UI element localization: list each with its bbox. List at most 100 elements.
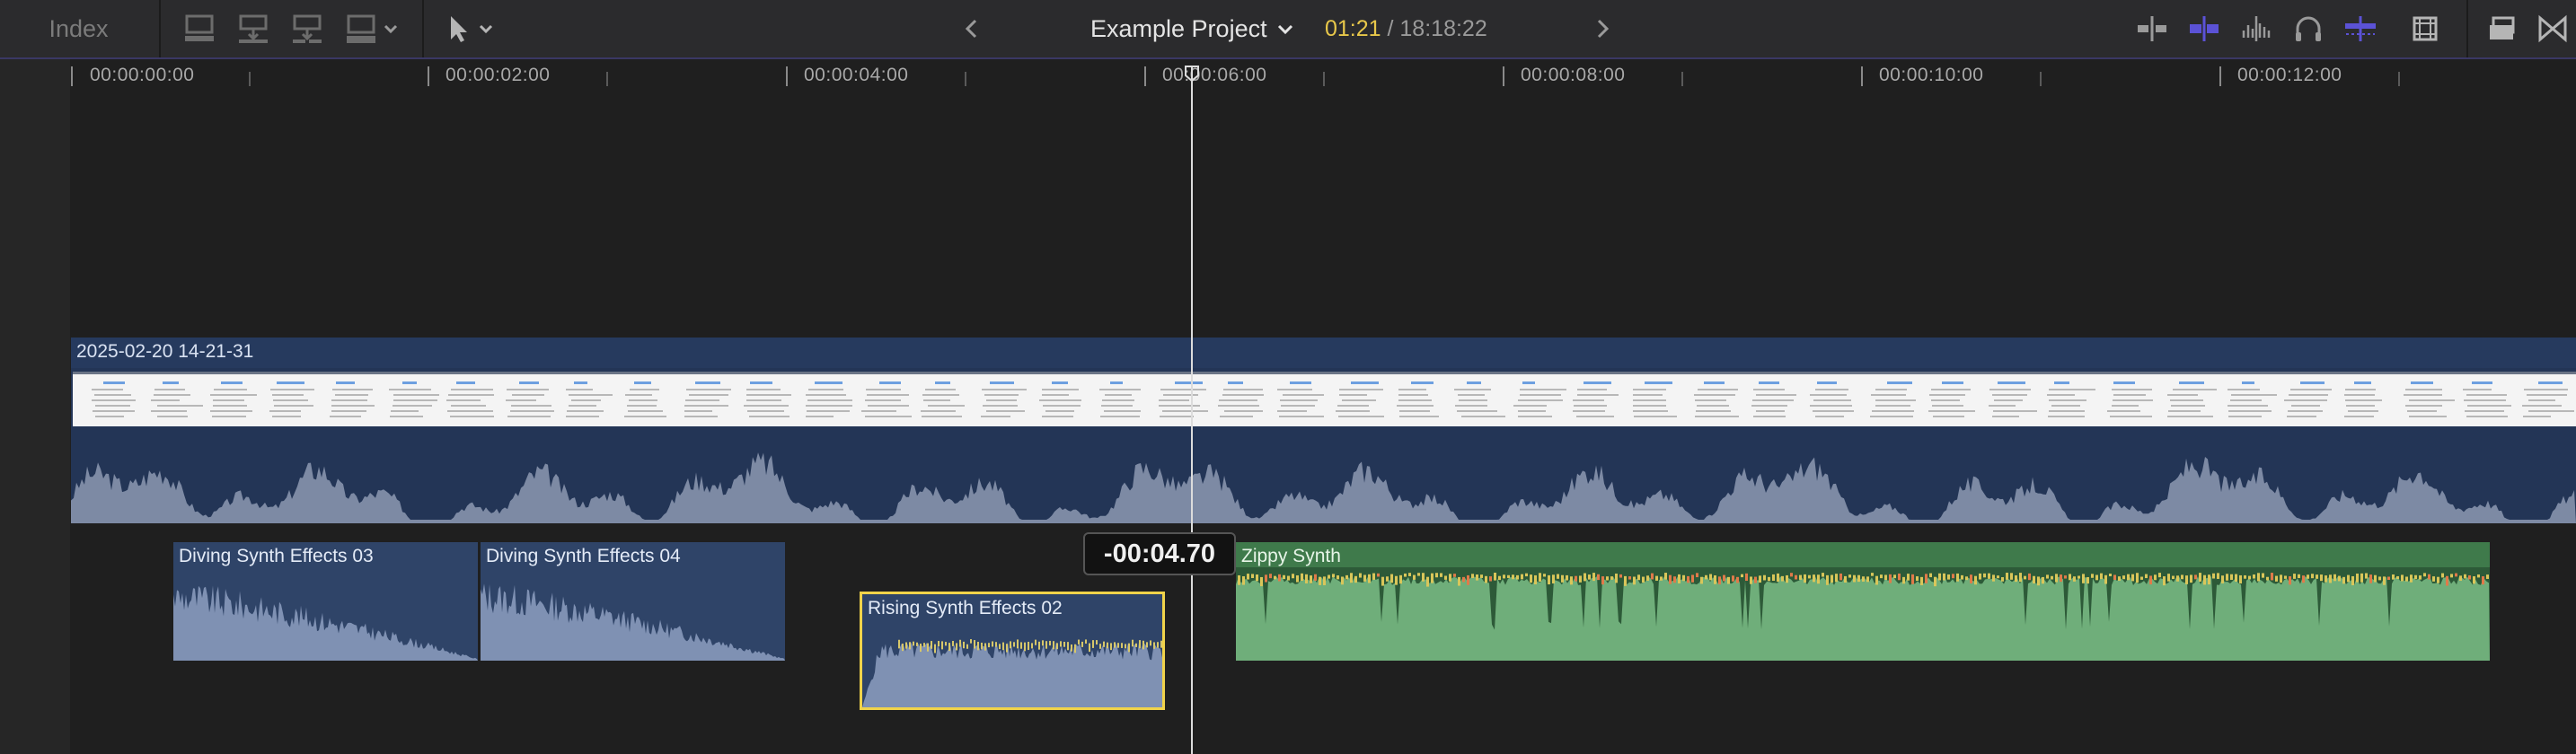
- waveform-peak: [2333, 574, 2336, 582]
- frame-heading: [574, 381, 587, 384]
- history-back-icon[interactable]: [959, 13, 984, 45]
- append-to-storyline-icon[interactable]: [181, 13, 217, 45]
- frame-text-line: [150, 410, 187, 412]
- waveform-peak: [948, 643, 950, 652]
- waveform-peak: [2127, 574, 2130, 581]
- frame-text-line: [1573, 405, 1608, 407]
- filmstrip-frame: [624, 381, 673, 419]
- filmstrip-frame: [1395, 381, 1443, 419]
- waveform-peak: [2464, 574, 2466, 579]
- primary-storyline-clip[interactable]: 2025-02-20 14-21-31: [71, 338, 2576, 523]
- connect-clip-icon[interactable]: [289, 13, 325, 45]
- waveform-peak: [1822, 573, 1824, 577]
- chevron-down-icon[interactable]: [381, 13, 401, 45]
- waveform-peak: [2468, 574, 2471, 580]
- frame-text-line: [1872, 410, 1915, 412]
- ruler-tick: [1681, 72, 1683, 86]
- frame-text-line: [2287, 416, 2317, 417]
- solo-icon[interactable]: [2290, 13, 2326, 45]
- timeline-ruler[interactable]: 00:00:00:00 00:00:02:00 00:00:04:00 00:0…: [70, 59, 2576, 95]
- waveform-peak: [1795, 574, 1797, 580]
- frame-text-line: [1576, 389, 1607, 390]
- audio-skimming-icon[interactable]: [2238, 13, 2274, 45]
- playhead[interactable]: [1191, 66, 1193, 754]
- project-name[interactable]: Example Project: [1090, 13, 1267, 45]
- waveform-peak: [1287, 575, 1290, 581]
- chevron-down-icon[interactable]: [476, 13, 496, 45]
- ruler-label: 00:00:08:00: [1521, 65, 1626, 85]
- audio-clip-zippy-synth[interactable]: Zippy Synth: [1236, 542, 2490, 661]
- index-button[interactable]: Index: [0, 0, 157, 57]
- waveform-peak: [1857, 574, 1860, 583]
- frame-text-line: [1045, 410, 1075, 412]
- skimming-icon[interactable]: [2134, 13, 2170, 45]
- waveform-peak: [2446, 575, 2448, 586]
- filmstrip-frame: [2403, 381, 2455, 419]
- waveform-peak: [1588, 574, 1591, 580]
- waveform-peak: [1135, 643, 1137, 647]
- frame-text-line: [331, 399, 368, 401]
- frame-heading: [1351, 381, 1379, 384]
- audio-clip-diving-synth-effects-04[interactable]: Diving Synth Effects 04: [481, 542, 785, 661]
- waveform-peak: [1399, 574, 1402, 584]
- frame-text-line: [272, 399, 308, 401]
- chevron-down-icon[interactable]: [1274, 13, 1297, 45]
- waveform-peak: [1992, 574, 1995, 582]
- waveform-peak: [1132, 639, 1134, 647]
- frame-text-line: [213, 405, 247, 407]
- effects-browser-icon[interactable]: [2484, 13, 2520, 45]
- frame-text-line: [1573, 410, 1606, 412]
- waveform-peak: [1283, 574, 1285, 580]
- transitions-icon[interactable]: [2535, 13, 2571, 45]
- waveform-peak: [1714, 574, 1716, 584]
- select-tool-icon[interactable]: [444, 13, 471, 45]
- waveform-peak: [2275, 575, 2278, 582]
- ruler-label: 00:00:10:00: [1879, 65, 1984, 85]
- frame-text-line: [330, 416, 362, 417]
- frame-text-line: [2284, 399, 2327, 401]
- waveform-peak: [1049, 640, 1051, 646]
- frame-text-line: [745, 389, 781, 390]
- frame-text-line: [331, 410, 367, 412]
- frame-text-line: [807, 399, 853, 401]
- audio-clip-diving-synth-effects-03[interactable]: Diving Synth Effects 03: [173, 542, 478, 661]
- overwrite-clip-icon[interactable]: [343, 13, 379, 45]
- frame-text-line: [1517, 410, 1547, 412]
- frame-text-line: [982, 389, 1028, 390]
- waveform-peak: [1089, 643, 1090, 653]
- waveform-peak: [999, 644, 1001, 650]
- frame-text-line: [685, 389, 732, 390]
- filmstrip-icon[interactable]: [2407, 13, 2443, 45]
- clip-appearance-icon[interactable]: [2342, 13, 2378, 45]
- waveform-peak: [1310, 575, 1312, 583]
- waveform-peak: [1615, 574, 1618, 583]
- frame-text-line: [1992, 394, 2027, 396]
- waveform-peak: [1139, 640, 1141, 649]
- frame-heading: [276, 381, 304, 384]
- waveform-peak: [1642, 576, 1645, 583]
- audio-clip-rising-synth-effects-02[interactable]: Rising Synth Effects 02: [860, 592, 1165, 710]
- waveform-peak: [1754, 576, 1757, 583]
- waveform-peak: [1345, 574, 1348, 580]
- frame-text-line: [1099, 389, 1142, 390]
- frame-text-line: [331, 405, 375, 407]
- playhead-handle-icon[interactable]: [1184, 65, 1200, 83]
- frame-text-line: [1099, 416, 1140, 417]
- waveform-peak: [1839, 573, 1842, 581]
- frame-heading: [1886, 381, 1912, 384]
- frame-text-line: [807, 410, 851, 412]
- waveform-peak: [1678, 574, 1681, 583]
- frame-text-line: [1989, 405, 2016, 407]
- snapping-icon[interactable]: [2186, 13, 2222, 45]
- frame-text-line: [2408, 399, 2455, 401]
- filmstrip-frame: [2343, 381, 2392, 419]
- waveform-peak: [1278, 574, 1281, 582]
- history-forward-icon[interactable]: [1590, 13, 1615, 45]
- waveform-peak: [1646, 575, 1649, 581]
- filmstrip-frame: [1454, 381, 1505, 419]
- frame-text-line: [565, 389, 594, 390]
- waveform-peak: [1081, 641, 1083, 647]
- insert-clip-icon[interactable]: [235, 13, 271, 45]
- frame-text-line: [2466, 416, 2509, 417]
- frame-heading: [1759, 381, 1780, 384]
